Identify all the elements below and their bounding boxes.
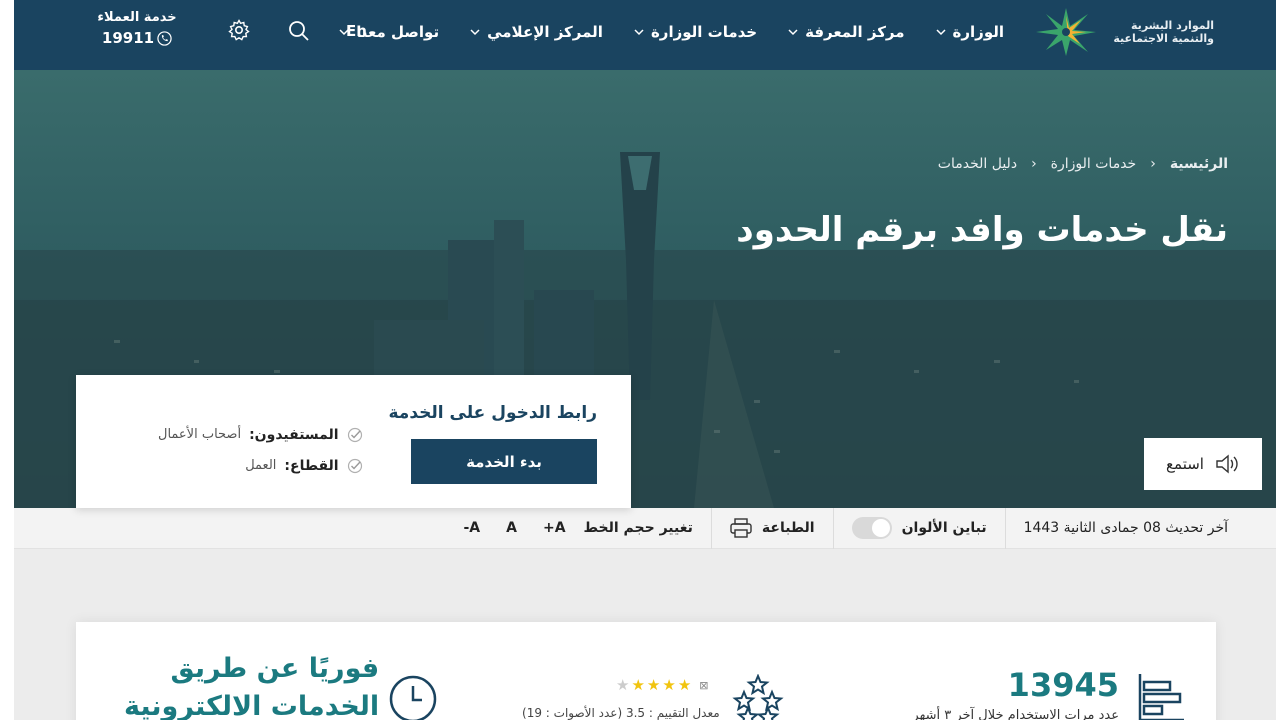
sector-value: العمل (245, 458, 277, 473)
nav-label: تواصل معنا (356, 23, 440, 41)
ministry-logo[interactable]: الموارد البشرية والتنمية الاجتماعية (1034, 6, 1214, 58)
customer-service-label: خدمة العملاء (97, 10, 177, 25)
star-icon[interactable]: ★ (662, 678, 675, 693)
nav-item-media-center[interactable]: المركز الإعلامي (469, 23, 603, 41)
bar-chart-icon (1138, 674, 1184, 720)
check-circle-icon (347, 458, 362, 473)
language-switch-button[interactable]: En (346, 22, 367, 40)
usage-count: 13945 (1007, 666, 1119, 704)
delivery-channel: فوريًا عن طريق الخدمات الالكترونية (124, 650, 379, 720)
logo-emblem-icon (1036, 8, 1096, 56)
stars-rating-icon (732, 674, 784, 720)
beneficiaries-value: أصحاب الأعمال (158, 427, 242, 442)
font-reset-button[interactable]: A (498, 520, 525, 536)
main-nav: الوزارة مركز المعرفة خدمات الوزارة المرك… (338, 0, 1004, 64)
breadcrumb-services-link[interactable]: خدمات الوزارة (1051, 156, 1137, 172)
nav-item-ministry[interactable]: الوزارة (935, 23, 1004, 41)
clear-rating-icon[interactable]: ⊠ (699, 679, 708, 692)
usage-count-caption: عدد مرات الاستخدام خلال آخر ٣ أشهر (912, 708, 1119, 720)
breadcrumb-home-link[interactable]: الرئيسية (1170, 156, 1228, 172)
service-stats-card: 13945 عدد مرات الاستخدام خلال آخر ٣ أشهر… (76, 622, 1216, 720)
star-icon[interactable]: ★ (678, 678, 691, 693)
service-meta: المستفيدون: أصحاب الأعمال القطاع: العمل (158, 419, 363, 481)
rating-stars: ⊠ ★ ★ ★ ★ ★ (616, 678, 708, 693)
page-tools-bar: آخر تحديث 08 جمادى الثانية 1443 تباين ال… (14, 507, 1276, 549)
rating-summary: معدل التقييم : 3.5 (عدد الأصوات : 19) (522, 706, 720, 720)
last-update: آخر تحديث 08 جمادى الثانية 1443 (1004, 507, 1276, 549)
nav-item-ministry-services[interactable]: خدمات الوزارة (633, 23, 757, 41)
logo-text: الموارد البشرية والتنمية الاجتماعية (1104, 19, 1214, 45)
nav-label: المركز الإعلامي (487, 23, 603, 41)
logo-line-2: والتنمية الاجتماعية (1113, 32, 1214, 45)
start-service-button[interactable]: بدء الخدمة (411, 439, 597, 484)
delivery-line-2: الخدمات الالكترونية (124, 691, 380, 720)
sector-row: القطاع: العمل (158, 450, 363, 481)
font-size-label: تغيير حجم الخط (583, 520, 693, 536)
service-access-card: رابط الدخول على الخدمة بدء الخدمة المستف… (76, 375, 631, 508)
breadcrumb-current: دليل الخدمات (937, 156, 1018, 172)
check-circle-icon (347, 427, 362, 442)
customer-service[interactable]: خدمة العملاء 19911 (92, 10, 182, 47)
right-frame (1276, 0, 1280, 720)
chevron-down-icon (936, 29, 946, 36)
chevron-down-icon (788, 29, 798, 36)
service-link-heading: رابط الدخول على الخدمة (388, 403, 597, 423)
color-contrast-tool: تباين الألوان (832, 507, 1005, 549)
top-navigation-bar: الموارد البشرية والتنمية الاجتماعية الوز… (14, 0, 1276, 70)
contrast-toggle[interactable] (851, 517, 892, 539)
nav-label: مركز المعرفة (805, 23, 905, 41)
listen-label: استمع (1166, 455, 1204, 473)
chevron-down-icon (634, 29, 644, 36)
page-title: نقل خدمات وافد برقم الحدود (736, 210, 1228, 250)
gear-icon[interactable] (228, 19, 250, 41)
print-label: الطباعة (761, 520, 815, 536)
chevron-down-icon (470, 29, 480, 36)
speaker-icon (1216, 454, 1238, 474)
nav-label: الوزارة (952, 23, 1004, 41)
logo-line-1: الموارد البشرية (1131, 19, 1214, 32)
font-increase-button[interactable]: A+ (535, 520, 574, 536)
font-size-tool: تغيير حجم الخط A+ A A- (437, 508, 710, 549)
phone-icon (157, 30, 172, 46)
star-icon[interactable]: ★ (647, 678, 660, 693)
left-frame (0, 0, 14, 720)
sector-label: القطاع: (284, 457, 339, 474)
printer-icon (730, 518, 752, 538)
star-icon[interactable]: ★ (616, 678, 629, 693)
customer-service-number-row: 19911 (92, 29, 182, 47)
chevron-left-icon: ‹ (1031, 156, 1037, 172)
nav-label: خدمات الوزارة (650, 23, 758, 41)
listen-button[interactable]: استمع (1144, 438, 1262, 490)
search-icon[interactable] (288, 20, 310, 42)
beneficiaries-label: المستفيدون: (249, 426, 339, 443)
customer-service-number: 19911 (101, 29, 155, 47)
delivery-line-1: فوريًا عن طريق (170, 653, 380, 684)
breadcrumb: الرئيسية ‹ خدمات الوزارة ‹ دليل الخدمات (938, 156, 1228, 172)
clock-icon (389, 675, 437, 720)
chevron-left-icon: ‹ (1150, 156, 1156, 172)
beneficiaries-row: المستفيدون: أصحاب الأعمال (158, 419, 363, 450)
nav-item-knowledge-center[interactable]: مركز المعرفة (787, 23, 905, 41)
star-icon[interactable]: ★ (631, 678, 644, 693)
last-update-text: آخر تحديث 08 جمادى الثانية 1443 (1023, 520, 1228, 536)
contrast-label: تباين الألوان (901, 520, 987, 536)
font-decrease-button[interactable]: A- (455, 520, 488, 536)
print-tool[interactable]: الطباعة (710, 507, 833, 549)
